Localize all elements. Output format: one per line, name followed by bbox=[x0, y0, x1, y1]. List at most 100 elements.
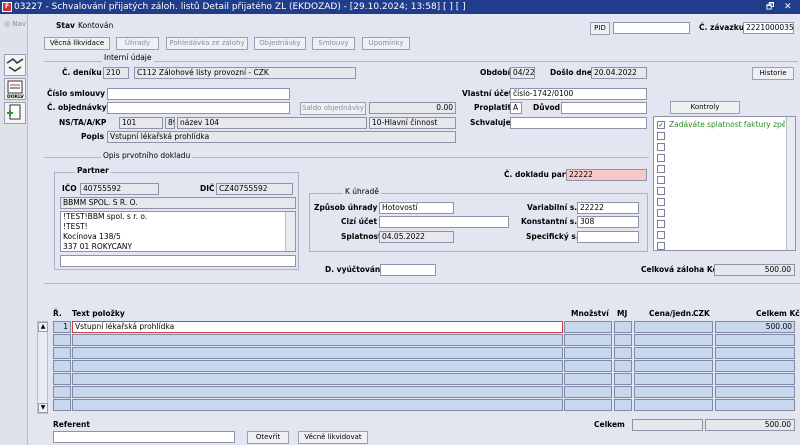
pid-button[interactable]: PID bbox=[590, 22, 610, 35]
denik-code[interactable]: 210 bbox=[103, 67, 129, 79]
kontrola-text: Zadáváte splatnost faktury zpětně bbox=[669, 120, 785, 129]
cell-celkem[interactable] bbox=[715, 347, 795, 359]
cell-celkem[interactable] bbox=[715, 334, 795, 346]
partner-extra-field[interactable] bbox=[60, 255, 296, 267]
ledger-icon[interactable]: DOKLV bbox=[4, 78, 26, 100]
schvaluje-field[interactable] bbox=[510, 117, 647, 129]
cell-mnozstvi[interactable] bbox=[564, 386, 612, 398]
kontrola-checkbox[interactable] bbox=[657, 209, 665, 217]
uhrady-button[interactable]: Úhrady bbox=[116, 37, 159, 50]
cell-text[interactable] bbox=[72, 399, 563, 411]
cell-r[interactable] bbox=[53, 347, 71, 359]
objednavky-button[interactable]: Objednávky bbox=[254, 37, 306, 50]
upominky-button[interactable]: Upomínky bbox=[362, 37, 410, 50]
kontrola-checkbox[interactable] bbox=[657, 242, 665, 250]
cell-celkem[interactable] bbox=[715, 373, 795, 385]
cell-r[interactable] bbox=[53, 373, 71, 385]
cell-text[interactable] bbox=[72, 334, 563, 346]
vecna-likvidace-button[interactable]: Věcná likvidace bbox=[44, 37, 110, 50]
cell-r[interactable] bbox=[53, 386, 71, 398]
kontroly-scrollbar[interactable] bbox=[786, 117, 795, 250]
address-scrollbar[interactable] bbox=[285, 212, 295, 251]
cell-mnozstvi[interactable] bbox=[564, 321, 612, 333]
pid-field[interactable] bbox=[613, 22, 690, 34]
scroll-down-icon[interactable]: ▼ bbox=[38, 403, 48, 413]
vyuctovani-field[interactable] bbox=[380, 264, 436, 276]
cell-mj[interactable] bbox=[614, 321, 632, 333]
kontrola-checkbox[interactable] bbox=[657, 187, 665, 195]
restore-icon[interactable]: 🗗 bbox=[766, 0, 774, 14]
add-document-icon[interactable] bbox=[4, 102, 26, 124]
cell-celkem[interactable] bbox=[715, 399, 795, 411]
cell-mnozstvi[interactable] bbox=[564, 399, 612, 411]
handshake-icon[interactable] bbox=[4, 54, 26, 76]
table-scrollbar[interactable] bbox=[37, 321, 48, 414]
cell-cena[interactable] bbox=[634, 373, 713, 385]
cell-mj[interactable] bbox=[614, 347, 632, 359]
cell-celkem[interactable]: 500.00 bbox=[715, 321, 795, 333]
address-line: !TEST! bbox=[63, 222, 88, 231]
cell-cena[interactable] bbox=[634, 360, 713, 372]
doklad-field[interactable]: 22222 bbox=[566, 169, 647, 181]
historie-button[interactable]: Historie bbox=[752, 67, 794, 80]
kontrola-checkbox[interactable] bbox=[657, 198, 665, 206]
cell-mj[interactable] bbox=[614, 373, 632, 385]
proplatit-field[interactable]: A bbox=[510, 102, 522, 114]
variabilni-field[interactable]: 22222 bbox=[577, 202, 639, 214]
smlouva-field[interactable] bbox=[107, 88, 290, 100]
referent-field[interactable] bbox=[53, 431, 235, 443]
cizi-ucet-field[interactable] bbox=[379, 216, 509, 228]
kontrola-checkbox[interactable] bbox=[657, 176, 665, 184]
cell-mj[interactable] bbox=[614, 399, 632, 411]
specificky-field[interactable] bbox=[577, 231, 639, 243]
cell-text[interactable] bbox=[72, 373, 563, 385]
cell-mnozstvi[interactable] bbox=[564, 347, 612, 359]
kontrola-checkbox[interactable] bbox=[657, 154, 665, 162]
kontrola-checkbox[interactable] bbox=[657, 132, 665, 140]
cell-mnozstvi[interactable] bbox=[564, 360, 612, 372]
cell-mj[interactable] bbox=[614, 360, 632, 372]
zpusob-field[interactable]: Hotovostí bbox=[379, 202, 454, 214]
cell-cena[interactable] bbox=[634, 386, 713, 398]
cell-text[interactable] bbox=[72, 347, 563, 359]
scroll-up-icon[interactable]: ▲ bbox=[38, 322, 48, 332]
cell-cena[interactable] bbox=[634, 399, 713, 411]
vlastni-ucet-field[interactable]: číslo-1742/0100 bbox=[510, 88, 647, 100]
vlastni-ucet-label: Vlastní účet bbox=[462, 89, 513, 98]
kontrola-checkbox[interactable]: ✓ bbox=[657, 121, 665, 129]
smlouvy-button[interactable]: Smlouvy bbox=[312, 37, 355, 50]
cell-r[interactable] bbox=[53, 334, 71, 346]
kontrola-checkbox[interactable] bbox=[657, 231, 665, 239]
cell-mj[interactable] bbox=[614, 334, 632, 346]
zavazek-field[interactable]: 2221000035 bbox=[743, 22, 794, 34]
otevrit-button[interactable]: Otevřít bbox=[247, 431, 289, 444]
cell-r[interactable] bbox=[53, 399, 71, 411]
cell-text[interactable] bbox=[72, 386, 563, 398]
cell-r[interactable]: 1 bbox=[53, 321, 71, 333]
cell-text[interactable]: Vstupní lékařská prohlídka bbox=[72, 321, 563, 333]
col-cena-header: Cena/jedn. bbox=[649, 309, 694, 318]
konstantni-field[interactable]: 308 bbox=[577, 216, 639, 228]
close-icon[interactable]: ✕ bbox=[784, 0, 792, 14]
cell-cena[interactable] bbox=[634, 334, 713, 346]
cell-text[interactable] bbox=[72, 360, 563, 372]
cell-celkem[interactable] bbox=[715, 386, 795, 398]
cell-mnozstvi[interactable] bbox=[564, 373, 612, 385]
vecne-likvidovat-button[interactable]: Věcně likvidovat bbox=[298, 431, 368, 444]
saldo-objednavky-button[interactable]: Saldo objednávky bbox=[300, 102, 366, 115]
objednavka-field[interactable] bbox=[107, 102, 290, 114]
kontrola-checkbox[interactable] bbox=[657, 220, 665, 228]
nav-label[interactable]: ◎ Nav bbox=[4, 20, 26, 28]
duvod-field[interactable] bbox=[561, 102, 647, 114]
ns-label: NS/TA/A/KP bbox=[59, 118, 107, 127]
kontrola-checkbox[interactable] bbox=[657, 143, 665, 151]
pohledavka-button[interactable]: Pohledávka ze zálohy bbox=[166, 37, 248, 50]
cell-mnozstvi[interactable] bbox=[564, 334, 612, 346]
kontroly-button[interactable]: Kontroly bbox=[670, 101, 740, 114]
cell-mj[interactable] bbox=[614, 386, 632, 398]
cell-cena[interactable] bbox=[634, 321, 713, 333]
kontrola-checkbox[interactable] bbox=[657, 165, 665, 173]
cell-celkem[interactable] bbox=[715, 360, 795, 372]
cell-r[interactable] bbox=[53, 360, 71, 372]
cell-cena[interactable] bbox=[634, 347, 713, 359]
